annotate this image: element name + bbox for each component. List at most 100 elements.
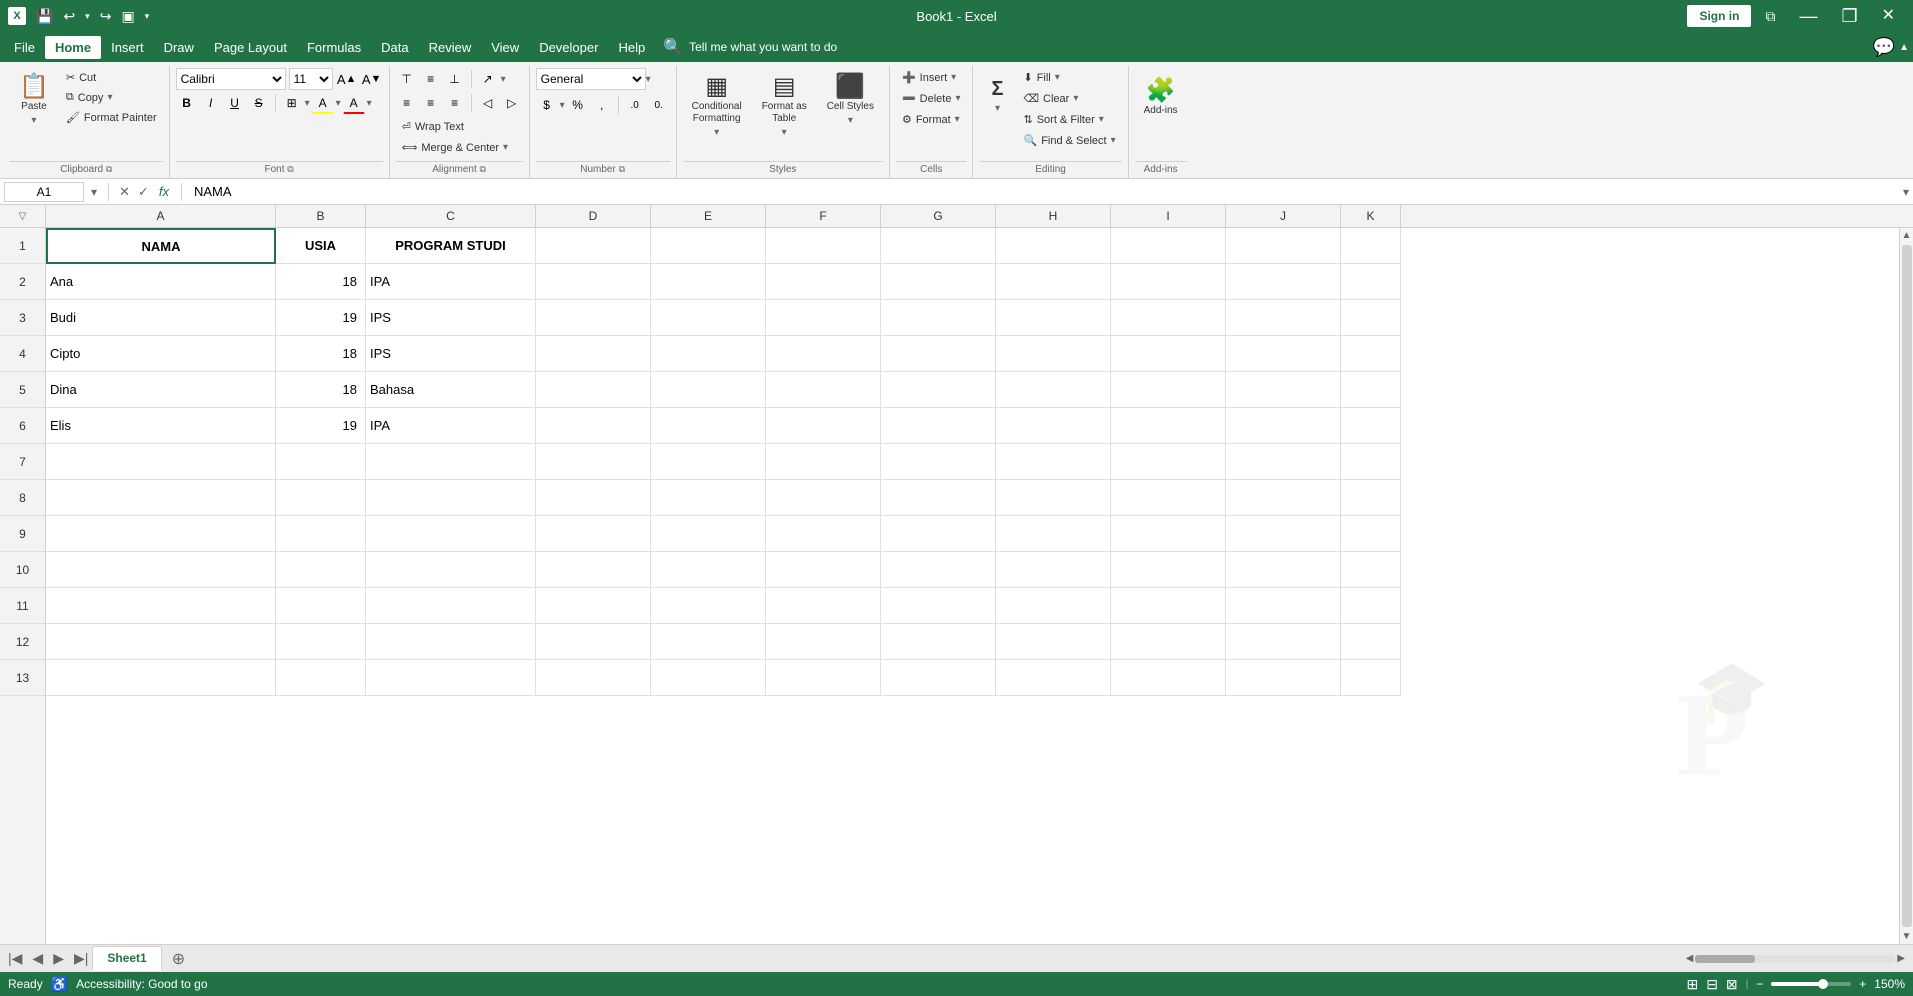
cell-g2[interactable] bbox=[881, 264, 996, 300]
cell-c6[interactable]: IPA bbox=[366, 408, 536, 444]
maximize-button[interactable]: ❐ bbox=[1831, 3, 1867, 29]
cell-e9[interactable] bbox=[651, 516, 766, 552]
sheet-tab-sheet1[interactable]: Sheet1 bbox=[92, 946, 161, 971]
cell-e7[interactable] bbox=[651, 444, 766, 480]
ribbon-collapse-icon[interactable]: ▲ bbox=[1899, 42, 1909, 53]
confirm-formula-icon[interactable]: ✓ bbox=[138, 184, 149, 200]
cell-c4[interactable]: IPS bbox=[366, 336, 536, 372]
delete-dropdown-icon[interactable]: ▾ bbox=[955, 93, 960, 104]
menu-home[interactable]: Home bbox=[45, 36, 101, 59]
cell-f12[interactable] bbox=[766, 624, 881, 660]
cell-c13[interactable] bbox=[366, 660, 536, 696]
col-header-a[interactable]: A bbox=[46, 205, 276, 227]
cell-b13[interactable] bbox=[276, 660, 366, 696]
cell-styles-button[interactable]: ⬛ Cell Styles ▾ bbox=[818, 68, 883, 133]
copy-dropdown-icon[interactable]: ▾ bbox=[107, 92, 112, 103]
currency-button[interactable]: $ bbox=[536, 94, 558, 116]
cell-f2[interactable] bbox=[766, 264, 881, 300]
row-num-3[interactable]: 3 bbox=[0, 300, 45, 336]
view-page-icon[interactable]: ⊠ bbox=[1726, 976, 1738, 993]
formula-expand-icon[interactable]: ▾ bbox=[1903, 185, 1909, 199]
cell-b1[interactable]: USIA bbox=[276, 228, 366, 264]
cell-d8[interactable] bbox=[536, 480, 651, 516]
cell-e13[interactable] bbox=[651, 660, 766, 696]
increase-decimal-button[interactable]: 0. bbox=[648, 94, 670, 116]
format-dropdown-icon[interactable]: ▾ bbox=[955, 114, 960, 125]
cell-b6[interactable]: 19 bbox=[276, 408, 366, 444]
cell-c1[interactable]: PROGRAM STUDI bbox=[366, 228, 536, 264]
cell-a3[interactable]: Budi bbox=[46, 300, 276, 336]
cell-g7[interactable] bbox=[881, 444, 996, 480]
cell-a11[interactable] bbox=[46, 588, 276, 624]
col-header-d[interactable]: D bbox=[536, 205, 651, 227]
tell-me-label[interactable]: Tell me what you want to do bbox=[689, 40, 837, 54]
cancel-formula-icon[interactable]: ✕ bbox=[119, 184, 130, 200]
row-num-9[interactable]: 9 bbox=[0, 516, 45, 552]
fill-dropdown-icon[interactable]: ▾ bbox=[336, 98, 341, 109]
cell-f8[interactable] bbox=[766, 480, 881, 516]
row-num-4[interactable]: 4 bbox=[0, 336, 45, 372]
cell-f4[interactable] bbox=[766, 336, 881, 372]
cell-c9[interactable] bbox=[366, 516, 536, 552]
cell-d12[interactable] bbox=[536, 624, 651, 660]
cell-i8[interactable] bbox=[1111, 480, 1226, 516]
zoom-slider-thumb[interactable] bbox=[1818, 979, 1828, 989]
cell-f5[interactable] bbox=[766, 372, 881, 408]
cell-d4[interactable] bbox=[536, 336, 651, 372]
cell-c7[interactable] bbox=[366, 444, 536, 480]
cell-f3[interactable] bbox=[766, 300, 881, 336]
cell-b11[interactable] bbox=[276, 588, 366, 624]
row-num-1[interactable]: 1 bbox=[0, 228, 45, 264]
cell-i11[interactable] bbox=[1111, 588, 1226, 624]
cell-g12[interactable] bbox=[881, 624, 996, 660]
col-header-k[interactable]: K bbox=[1341, 205, 1401, 227]
cell-b12[interactable] bbox=[276, 624, 366, 660]
cell-b8[interactable] bbox=[276, 480, 366, 516]
cut-button[interactable]: ✂ Cut bbox=[60, 68, 163, 87]
prev-sheet-icon[interactable]: ◀ bbox=[28, 948, 47, 969]
cell-g3[interactable] bbox=[881, 300, 996, 336]
cell-d3[interactable] bbox=[536, 300, 651, 336]
cell-h5[interactable] bbox=[996, 372, 1111, 408]
cell-c10[interactable] bbox=[366, 552, 536, 588]
zoom-in-icon[interactable]: + bbox=[1859, 977, 1866, 991]
clipboard-expand-icon[interactable]: ⧉ bbox=[106, 164, 112, 174]
cell-k7[interactable] bbox=[1341, 444, 1401, 480]
cell-h7[interactable] bbox=[996, 444, 1111, 480]
cell-f13[interactable] bbox=[766, 660, 881, 696]
cell-e6[interactable] bbox=[651, 408, 766, 444]
col-header-f[interactable]: F bbox=[766, 205, 881, 227]
scroll-thumb-horizontal[interactable] bbox=[1695, 955, 1755, 963]
formula-input[interactable] bbox=[190, 184, 1899, 199]
search-icon[interactable]: 🔍 bbox=[663, 37, 683, 57]
cell-c5[interactable]: Bahasa bbox=[366, 372, 536, 408]
cell-k5[interactable] bbox=[1341, 372, 1401, 408]
cell-a6[interactable]: Elis bbox=[46, 408, 276, 444]
bold-button[interactable]: B bbox=[176, 92, 198, 114]
italic-button[interactable]: I bbox=[200, 92, 222, 114]
shrink-font-button[interactable]: A▼ bbox=[361, 68, 383, 90]
scroll-right-icon[interactable]: ▶ bbox=[1897, 953, 1905, 964]
clear-button[interactable]: ⌫ Clear ▾ bbox=[1017, 89, 1121, 108]
cell-j9[interactable] bbox=[1226, 516, 1341, 552]
customize-icon[interactable]: ▾ bbox=[141, 9, 154, 24]
cell-e3[interactable] bbox=[651, 300, 766, 336]
strikethrough-button[interactable]: S bbox=[248, 92, 270, 114]
cell-h3[interactable] bbox=[996, 300, 1111, 336]
cell-g8[interactable] bbox=[881, 480, 996, 516]
menu-view[interactable]: View bbox=[481, 36, 529, 59]
close-button[interactable]: ✕ bbox=[1872, 4, 1905, 28]
cell-a8[interactable] bbox=[46, 480, 276, 516]
paste-button[interactable]: 📋 Paste ▾ bbox=[10, 68, 58, 133]
cell-f6[interactable] bbox=[766, 408, 881, 444]
cell-k4[interactable] bbox=[1341, 336, 1401, 372]
cell-j4[interactable] bbox=[1226, 336, 1341, 372]
scroll-thumb-vertical[interactable] bbox=[1902, 245, 1912, 927]
cell-d9[interactable] bbox=[536, 516, 651, 552]
cell-i1[interactable] bbox=[1111, 228, 1226, 264]
cell-e11[interactable] bbox=[651, 588, 766, 624]
col-header-c[interactable]: C bbox=[366, 205, 536, 227]
view-normal-icon[interactable]: ⊞ bbox=[1686, 976, 1698, 993]
cell-d1[interactable] bbox=[536, 228, 651, 264]
cell-k11[interactable] bbox=[1341, 588, 1401, 624]
